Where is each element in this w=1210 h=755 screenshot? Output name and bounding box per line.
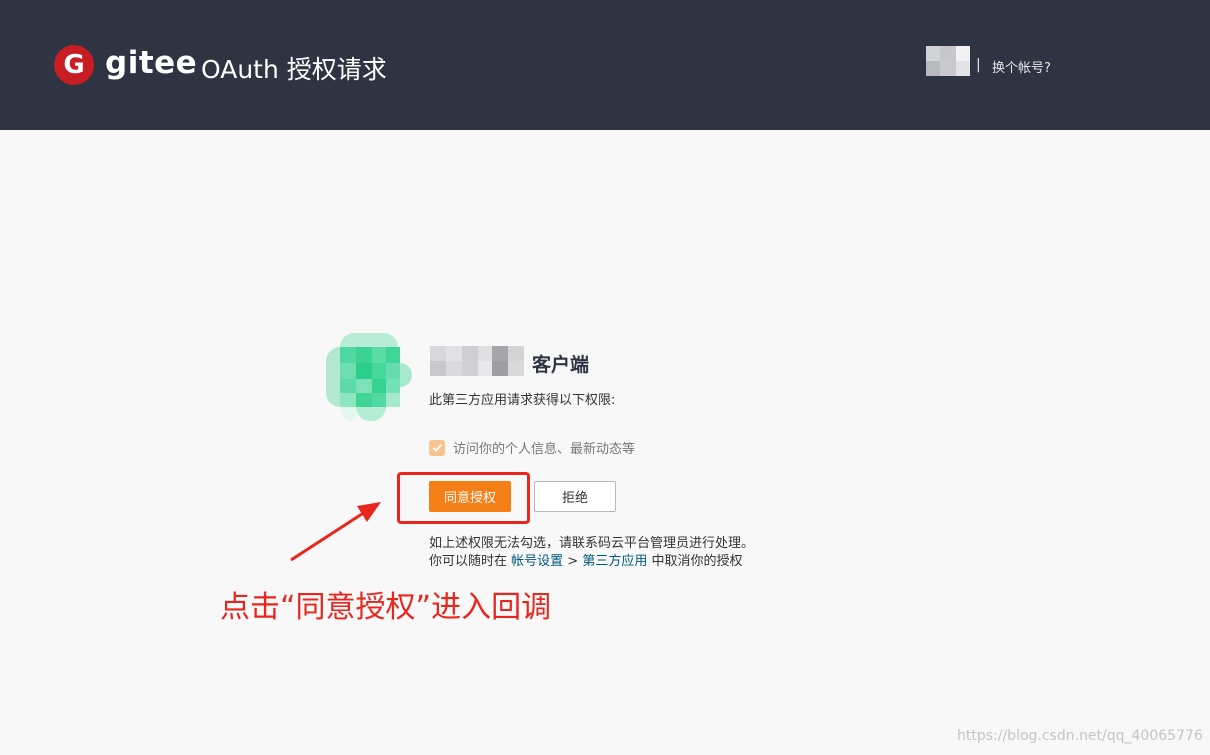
permission-label: 访问你的个人信息、最新动态等	[453, 442, 636, 457]
note-suffix: 中取消你的授权	[647, 554, 743, 569]
app-icon	[326, 333, 412, 421]
permission-checkbox[interactable]	[429, 439, 445, 456]
header-separator: |	[976, 57, 981, 73]
page-title: OAuth 授权请求	[201, 55, 387, 84]
gitee-logo[interactable]: G gitee	[54, 45, 197, 85]
note-separator: >	[563, 554, 583, 569]
user-avatar[interactable]	[926, 46, 970, 76]
app-name-redacted	[430, 346, 532, 376]
note-prefix: 你可以随时在	[429, 554, 512, 569]
logo-letter: G	[63, 50, 85, 80]
annotation-highlight-box	[397, 472, 530, 524]
checkmark-icon	[432, 443, 442, 452]
switch-account-link[interactable]: 换个帐号?	[992, 57, 1051, 76]
permission-intro: 此第三方应用请求获得以下权限:	[429, 393, 616, 408]
permission-item: 访问你的个人信息、最新动态等	[429, 438, 635, 457]
revoke-help-note: 你可以随时在 帐号设置 > 第三方应用 中取消你的授权	[429, 550, 742, 569]
third-party-apps-link[interactable]: 第三方应用	[582, 554, 647, 569]
annotation-caption: 点击“同意授权”进入回调	[220, 590, 552, 625]
annotation-arrow-icon	[290, 502, 381, 562]
watermark: https://blog.csdn.net/qq_40065776	[957, 728, 1203, 744]
top-header: G gitee OAuth 授权请求 | 换个帐号?	[0, 0, 1210, 130]
logo-text: gitee	[105, 45, 198, 81]
reject-button[interactable]: 拒绝	[534, 481, 616, 512]
gitee-logo-icon: G	[54, 45, 94, 85]
permission-help-note: 如上述权限无法勾选，请联系码云平台管理员进行处理。	[429, 536, 755, 551]
app-title: 客户端	[532, 354, 590, 376]
account-settings-link[interactable]: 帐号设置	[511, 554, 563, 569]
